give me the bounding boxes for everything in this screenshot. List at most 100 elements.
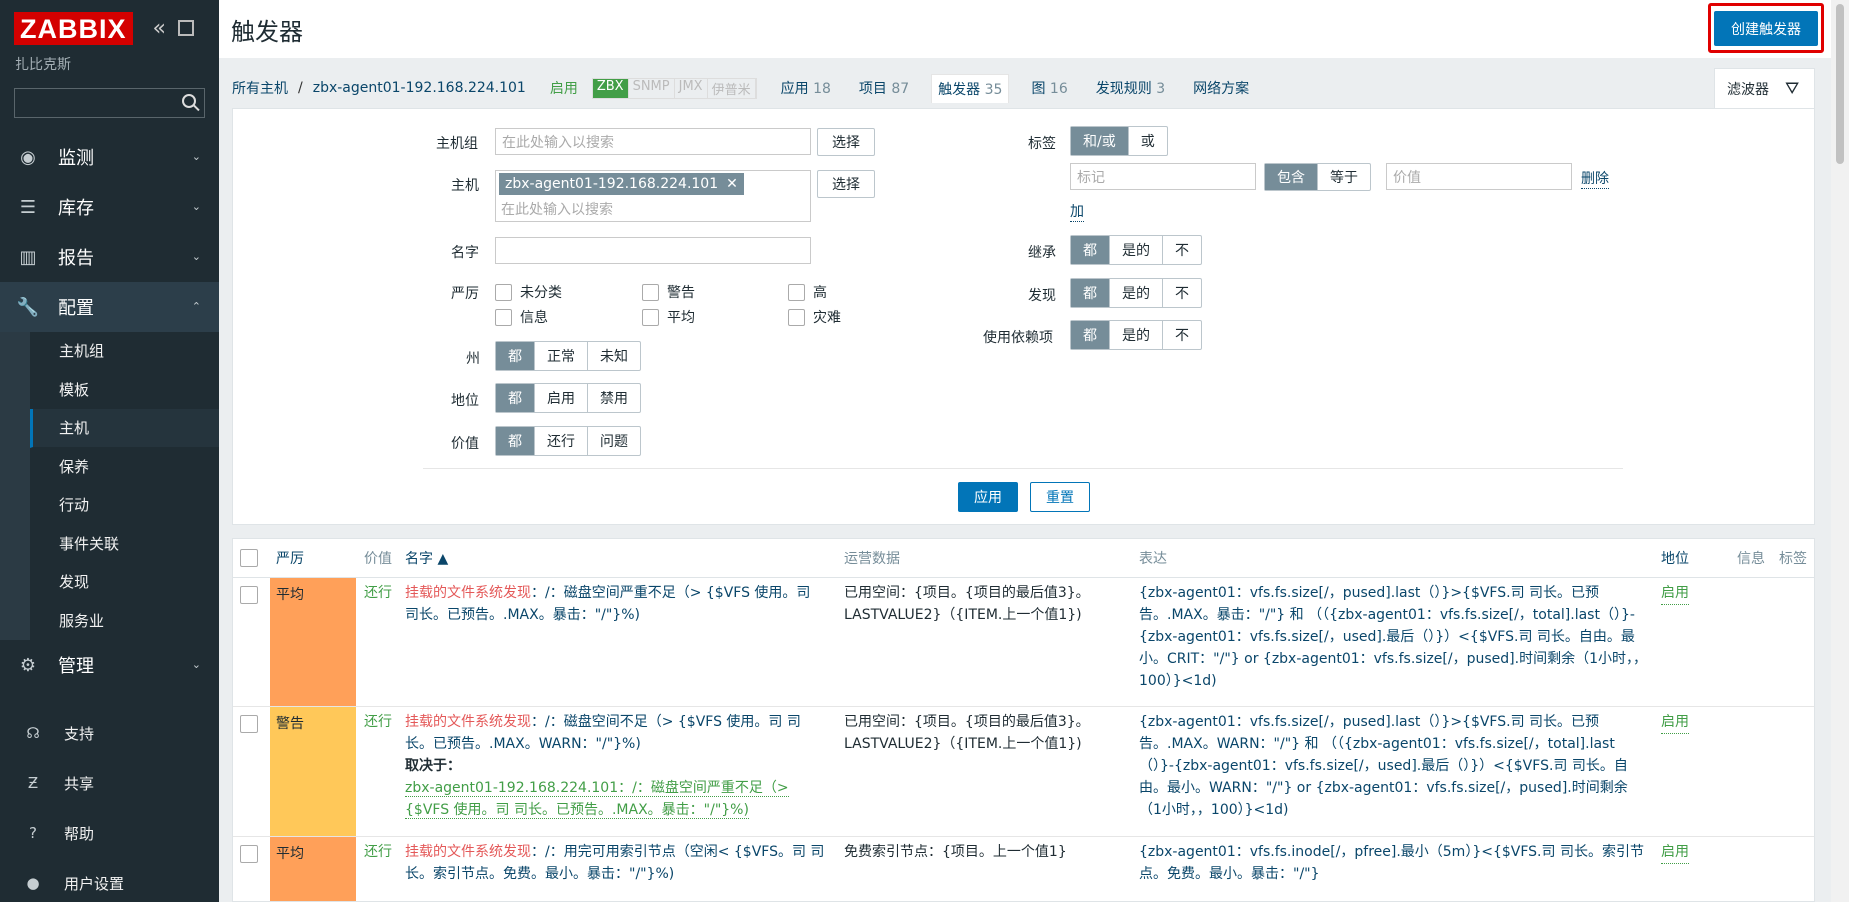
menu-item-reports[interactable]: ▥ 报告 ⌄ (0, 232, 219, 282)
status-enabled[interactable]: 启用 (535, 384, 588, 412)
tag-remove-link[interactable]: 删除 (1581, 168, 1609, 189)
row-checkbox[interactable] (240, 715, 258, 733)
submenu-item-discovery[interactable]: 发现 (30, 563, 219, 602)
discovered-any[interactable]: 都 (1071, 279, 1110, 307)
inherited-any[interactable]: 都 (1071, 236, 1110, 264)
host-group-input[interactable]: 在此处输入以搜索 (495, 128, 811, 155)
discovered-yes[interactable]: 是的 (1110, 279, 1163, 307)
header-name[interactable]: 名字 ▲ (405, 539, 448, 577)
menu-item-share[interactable]: Ƶ 共享 (0, 758, 219, 808)
header-status[interactable]: 地位 (1661, 539, 1689, 577)
discovery-rule-link[interactable]: 挂载的文件系统发现 (405, 585, 531, 601)
search-icon[interactable] (182, 94, 196, 108)
apply-filter-button[interactable]: 应用 (958, 482, 1018, 512)
tag-name-input[interactable]: 标记 (1070, 163, 1256, 190)
submenu-item-services[interactable]: 服务业 (30, 601, 219, 640)
zabbix-logo[interactable]: ZABBIX (14, 11, 133, 45)
tab-items[interactable]: 项目 87 (853, 74, 915, 102)
name-input[interactable] (495, 237, 811, 264)
tag-add-link[interactable]: 加 (1070, 201, 1084, 222)
value-label: 价值 (451, 436, 479, 452)
create-trigger-button[interactable]: 创建触发器 (1714, 11, 1818, 46)
menu-item-administration[interactable]: ⚙ 管理 ⌄ (0, 640, 219, 690)
tag-op-equals[interactable]: 等于 (1318, 164, 1370, 190)
menu-item-inventory[interactable]: ☰ 库存 ⌄ (0, 182, 219, 232)
tag-operator-segmented[interactable]: 包含 等于 (1264, 163, 1371, 191)
inherited-segmented[interactable]: 都 是的 不 (1070, 235, 1202, 265)
tab-graphs[interactable]: 图 16 (1025, 74, 1073, 102)
state-any[interactable]: 都 (496, 342, 535, 370)
menu-item-support[interactable]: ☊ 支持 (0, 708, 219, 758)
tags-or[interactable]: 或 (1129, 127, 1167, 155)
state-normal[interactable]: 正常 (535, 342, 588, 370)
tag-op-contains[interactable]: 包含 (1265, 164, 1318, 190)
status-segmented[interactable]: 都 启用 禁用 (495, 383, 641, 413)
header-severity[interactable]: 严厉 (276, 539, 304, 577)
breadcrumb-all-hosts[interactable]: 所有主机 (232, 78, 288, 98)
menu-item-user-settings[interactable]: ● 用户设置 (0, 858, 219, 902)
discovery-rule-link[interactable]: 挂载的文件系统发现 (405, 714, 531, 730)
scrollbar-thumb[interactable] (1836, 4, 1844, 164)
severity-average[interactable]: 平均 (642, 307, 695, 327)
status-label: 地位 (451, 393, 479, 409)
menu-item-help[interactable]: ? 帮助 (0, 808, 219, 858)
menu-item-configuration[interactable]: 🔧 配置 ⌃ (0, 282, 219, 332)
submenu-item-event-correlation[interactable]: 事件关联 (30, 524, 219, 563)
depends-yes[interactable]: 是的 (1110, 321, 1163, 349)
tab-applications[interactable]: 应用 18 (775, 74, 837, 102)
page-scrollbar[interactable] (1831, 0, 1849, 902)
tags-and-or[interactable]: 和/或 (1071, 127, 1129, 155)
row-checkbox[interactable] (240, 586, 258, 604)
sidebar-search-input[interactable] (14, 88, 205, 118)
tab-web-scenarios[interactable]: 网络方案 (1187, 74, 1255, 102)
host-group-select-button[interactable]: 选择 (817, 128, 875, 156)
value-segmented[interactable]: 都 还行 问题 (495, 426, 641, 456)
kiosk-mode-icon[interactable] (177, 20, 194, 36)
tab-triggers[interactable]: 触发器 35 (931, 73, 1010, 103)
dependency-link[interactable]: zbx-agent01-192.168.224.101：/：磁盘空间严重不足（>… (405, 780, 789, 819)
state-segmented[interactable]: 都 正常 未知 (495, 341, 641, 371)
discovery-rule-link[interactable]: 挂载的文件系统发现 (405, 844, 531, 860)
row-checkbox[interactable] (240, 845, 258, 863)
submenu-item-maintenance[interactable]: 保养 (30, 447, 219, 486)
depends-no[interactable]: 不 (1163, 321, 1201, 349)
status-toggle[interactable]: 启用 (1661, 711, 1689, 734)
host-select-button[interactable]: 选择 (817, 170, 875, 198)
breadcrumb-host[interactable]: zbx-agent01-192.168.224.101 (313, 80, 526, 96)
reset-filter-button[interactable]: 重置 (1030, 482, 1090, 512)
submenu-item-hosts[interactable]: 主机 (30, 409, 219, 448)
select-all-checkbox[interactable] (240, 549, 258, 567)
inherited-no[interactable]: 不 (1163, 236, 1201, 264)
host-status[interactable]: 启用 (550, 78, 578, 98)
discovered-no[interactable]: 不 (1163, 279, 1201, 307)
inherited-yes[interactable]: 是的 (1110, 236, 1163, 264)
submenu-item-actions[interactable]: 行动 (30, 486, 219, 525)
status-any[interactable]: 都 (496, 384, 535, 412)
depends-segmented[interactable]: 都 是的 不 (1070, 320, 1202, 350)
status-disabled[interactable]: 禁用 (588, 384, 640, 412)
tab-discovery-rules[interactable]: 发现规则 3 (1090, 74, 1171, 102)
value-problem[interactable]: 问题 (588, 427, 640, 455)
state-unknown[interactable]: 未知 (588, 342, 640, 370)
depends-any[interactable]: 都 (1071, 321, 1110, 349)
collapse-sidebar-icon[interactable]: « (153, 16, 166, 41)
menu-item-monitoring[interactable]: ◉ 监测 ⌄ (0, 132, 219, 182)
severity-warning[interactable]: 警告 (642, 282, 695, 302)
status-toggle[interactable]: 启用 (1661, 841, 1689, 864)
discovered-segmented[interactable]: 都 是的 不 (1070, 278, 1202, 308)
host-chip[interactable]: zbx-agent01-192.168.224.101 ✕ (499, 173, 744, 195)
inherited-label: 继承 (1028, 245, 1056, 261)
value-any[interactable]: 都 (496, 427, 535, 455)
filter-tab[interactable]: 滤波器 ⛛ (1714, 68, 1815, 108)
severity-disaster[interactable]: 灾难 (788, 307, 841, 327)
status-toggle[interactable]: 启用 (1661, 582, 1689, 605)
submenu-item-templates[interactable]: 模板 (30, 370, 219, 409)
value-ok[interactable]: 还行 (535, 427, 588, 455)
severity-high[interactable]: 高 (788, 282, 827, 302)
tag-value-input[interactable]: 价值 (1386, 163, 1572, 190)
submenu-item-host-groups[interactable]: 主机组 (30, 332, 219, 371)
severity-not-classified[interactable]: 未分类 (495, 282, 562, 302)
remove-chip-icon[interactable]: ✕ (726, 176, 738, 192)
severity-information[interactable]: 信息 (495, 307, 548, 327)
tags-eval-segmented[interactable]: 和/或 或 (1070, 126, 1168, 156)
